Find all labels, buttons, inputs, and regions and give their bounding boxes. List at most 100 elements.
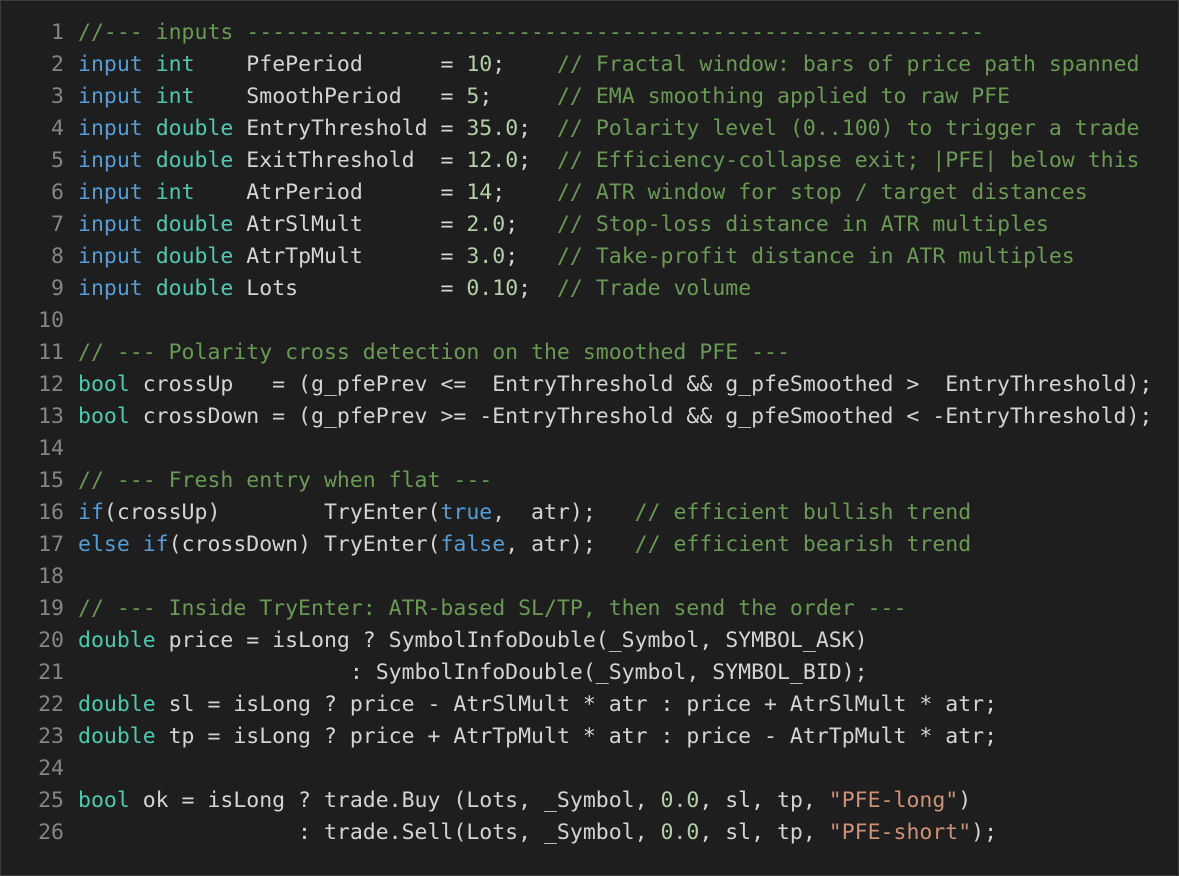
code-line[interactable]: 15 // --- Fresh entry when flat --- — [0, 465, 1179, 497]
code-line[interactable]: 6 input int AtrPeriod = 14; // ATR window… — [0, 177, 1179, 209]
line-number: 17 — [38, 532, 64, 557]
code-token-str: "PFE-short" — [828, 820, 972, 845]
code-text[interactable]: bool crossUp = (g_pfePrev <= EntryThresh… — [78, 369, 1152, 401]
code-text[interactable]: : SymbolInfoDouble(_Symbol, SYMBOL_BID); — [78, 657, 868, 689]
code-token-id: Lots = — [233, 276, 467, 301]
line-number: 7 — [51, 212, 64, 237]
code-token-kw: input — [78, 244, 143, 269]
code-text[interactable]: //--- inputs ---------------------------… — [78, 17, 984, 49]
code-token-id: AtrPeriod = — [194, 180, 467, 205]
code-line[interactable]: 19 // --- Inside TryEnter: ATR-based SL/T… — [0, 593, 1179, 625]
code-token-id: (crossUp) TryEnter( — [103, 500, 441, 525]
code-text[interactable]: double tp = isLong ? price + AtrTpMult *… — [78, 721, 997, 753]
code-token-ty: int — [155, 52, 195, 77]
line-number: 22 — [38, 692, 64, 717]
code-line[interactable]: 7 input double AtrSlMult = 2.0; // Stop-l… — [0, 209, 1179, 241]
code-line[interactable]: 11 // --- Polarity cross detection on the… — [0, 337, 1179, 369]
line-number: 3 — [51, 84, 64, 109]
code-token-str: "PFE-long" — [828, 788, 959, 813]
line-number: 13 — [38, 404, 64, 429]
code-token-kw: if — [142, 532, 169, 557]
line-number: 12 — [38, 372, 64, 397]
code-token-ty: double — [155, 148, 234, 173]
code-line[interactable]: 26 : trade.Sell(Lots, _Symbol, 0.0, sl, … — [0, 817, 1179, 849]
line-number: 15 — [38, 468, 64, 493]
code-token-ty: double — [155, 244, 234, 269]
line-number: 9 — [51, 276, 64, 301]
code-line[interactable]: 5 input double ExitThreshold = 12.0; // E… — [0, 145, 1179, 177]
code-line[interactable]: 1 //--- inputs --------------------------… — [0, 17, 1179, 49]
code-token-ty: double — [78, 692, 156, 717]
code-token-id: SmoothPeriod = — [194, 84, 467, 109]
line-number: 26 — [38, 820, 64, 845]
line-number: 1 — [51, 20, 64, 45]
code-line[interactable]: 17 else if(crossDown) TryEnter(false, atr… — [0, 529, 1179, 561]
code-line[interactable]: 2 input int PfePeriod = 10; // Fractal wi… — [0, 49, 1179, 81]
code-token-id: , atr); — [492, 500, 635, 525]
code-line[interactable]: 20 double price = isLong ? SymbolInfoDoub… — [0, 625, 1179, 657]
code-text[interactable]: double price = isLong ? SymbolInfoDouble… — [78, 625, 868, 657]
code-token-op — [143, 52, 156, 77]
code-line[interactable]: 14 — [0, 433, 1179, 465]
code-text[interactable]: bool ok = isLong ? trade.Buy (Lots, _Sym… — [78, 785, 971, 817]
code-line[interactable]: 4 input double EntryThreshold = 35.0; // … — [0, 113, 1179, 145]
code-text[interactable]: : trade.Sell(Lots, _Symbol, 0.0, sl, tp,… — [78, 817, 997, 849]
code-token-id: PfePeriod = — [194, 52, 467, 77]
code-line[interactable]: 24 — [0, 753, 1179, 785]
code-token-com: // --- Polarity cross detection on the s… — [78, 340, 790, 365]
code-text[interactable]: input double AtrSlMult = 2.0; // Stop-lo… — [78, 209, 1049, 241]
code-text[interactable]: input int SmoothPeriod = 5; // EMA smoot… — [78, 81, 1010, 113]
code-token-op: ; — [518, 276, 557, 301]
code-token-num: 3.0 — [466, 244, 506, 269]
code-text[interactable]: input int AtrPeriod = 14; // ATR window … — [78, 177, 1088, 209]
code-text[interactable]: // --- Polarity cross detection on the s… — [78, 337, 790, 369]
code-line[interactable]: 12 bool crossUp = (g_pfePrev <= EntryThre… — [0, 369, 1179, 401]
code-token-kw: if — [78, 500, 104, 525]
code-line[interactable]: 3 input int SmoothPeriod = 5; // EMA smoo… — [0, 81, 1179, 113]
code-token-op — [143, 244, 156, 269]
code-token-com: // Stop-loss distance in ATR multiples — [556, 212, 1049, 237]
code-token-op: ; — [505, 244, 557, 269]
code-line[interactable]: 10 — [0, 305, 1179, 337]
code-text[interactable]: // --- Fresh entry when flat --- — [78, 465, 492, 497]
code-text[interactable]: else if(crossDown) TryEnter(false, atr);… — [78, 529, 971, 561]
code-text[interactable]: input double Lots = 0.10; // Trade volum… — [78, 273, 751, 305]
code-token-ty: double — [155, 116, 234, 141]
code-line[interactable]: 16 if(crossUp) TryEnter(true, atr); // ef… — [0, 497, 1179, 529]
code-text[interactable]: input double ExitThreshold = 12.0; // Ef… — [78, 145, 1139, 177]
code-line[interactable]: 9 input double Lots = 0.10; // Trade volu… — [0, 273, 1179, 305]
code-line[interactable]: 8 input double AtrTpMult = 3.0; // Take-p… — [0, 241, 1179, 273]
code-token-kw: input — [78, 276, 143, 301]
code-text[interactable]: // --- Inside TryEnter: ATR-based SL/TP,… — [78, 593, 906, 625]
code-token-ty: int — [155, 84, 195, 109]
code-token-op: ; — [518, 116, 557, 141]
code-line[interactable]: 25 bool ok = isLong ? trade.Buy (Lots, _S… — [0, 785, 1179, 817]
code-token-num: 35.0 — [466, 116, 519, 141]
code-text[interactable]: input int PfePeriod = 10; // Fractal win… — [78, 49, 1139, 81]
code-editor[interactable]: 1 //--- inputs --------------------------… — [0, 0, 1179, 876]
code-token-id: AtrSlMult = — [233, 212, 467, 237]
line-number: 8 — [51, 244, 64, 269]
code-line[interactable]: 23 double tp = isLong ? price + AtrTpMult… — [0, 721, 1179, 753]
line-number: 18 — [38, 564, 64, 589]
code-text[interactable]: bool crossDown = (g_pfePrev >= -EntryThr… — [78, 401, 1152, 433]
code-text[interactable]: input double AtrTpMult = 3.0; // Take-pr… — [78, 241, 1075, 273]
code-token-op — [143, 180, 156, 205]
code-token-op — [130, 532, 143, 557]
code-token-com: // ATR window for stop / target distance… — [556, 180, 1088, 205]
code-text[interactable]: if(crossUp) TryEnter(true, atr); // effi… — [78, 497, 971, 529]
code-token-num: 0.0 — [660, 820, 700, 845]
code-token-num: 0.0 — [660, 788, 700, 813]
code-token-op: ; — [492, 180, 557, 205]
code-line[interactable]: 22 double sl = isLong ? price - AtrSlMult… — [0, 689, 1179, 721]
code-line[interactable]: 18 — [0, 561, 1179, 593]
code-token-kw: input — [78, 212, 143, 237]
line-number: 23 — [38, 724, 64, 749]
code-text[interactable]: double sl = isLong ? price - AtrSlMult *… — [78, 689, 997, 721]
code-text[interactable]: input double EntryThreshold = 35.0; // P… — [78, 113, 1139, 145]
line-number: 5 — [51, 148, 64, 173]
code-line[interactable]: 13 bool crossDown = (g_pfePrev >= -EntryT… — [0, 401, 1179, 433]
code-token-kw: input — [78, 84, 143, 109]
line-number: 11 — [38, 340, 64, 365]
code-line[interactable]: 21 : SymbolInfoDouble(_Symbol, SYMBOL_BI… — [0, 657, 1179, 689]
